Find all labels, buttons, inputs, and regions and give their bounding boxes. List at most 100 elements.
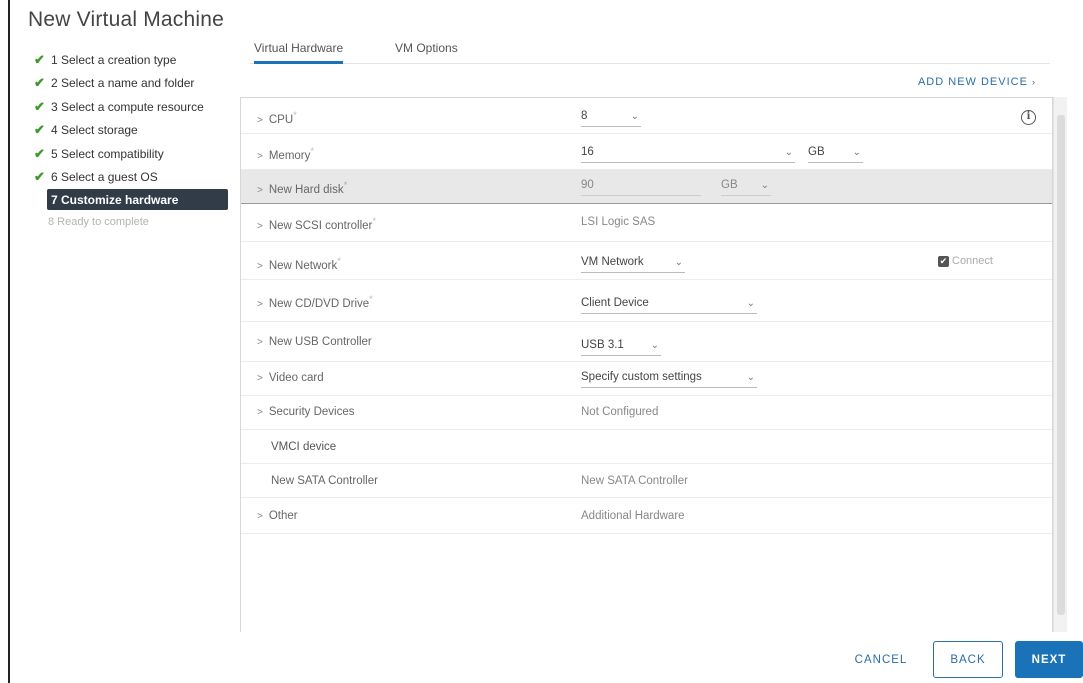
step-label: 6 Select a guest OS (51, 170, 158, 185)
check-icon: ✔ (34, 169, 45, 185)
memory-value: 16 (581, 146, 594, 158)
info-icon[interactable]: i (1021, 110, 1036, 125)
chevron-down-icon: ⌄ (852, 147, 861, 158)
step-label: 4 Select storage (51, 123, 138, 138)
hard-disk-unit: GB (721, 179, 738, 191)
hard-disk-expander[interactable]: > New Hard disk* (257, 180, 347, 196)
usb-select[interactable]: USB 3.1 ⌄ (581, 336, 661, 356)
cd-dvd-select[interactable]: Client Device ⌄ (581, 294, 757, 314)
video-card-label: Video card (268, 372, 324, 384)
step-1[interactable]: ✔ 1 Select a creation type (34, 48, 234, 72)
video-card-expander[interactable]: > Video card (257, 372, 324, 384)
step-8: 8 Ready to complete (34, 210, 234, 234)
network-label: New Network (268, 259, 338, 272)
hw-row-hard-disk: > New Hard disk* 90 GB ⌄ (241, 170, 1052, 204)
add-new-device-label: ADD NEW DEVICE (917, 76, 1028, 88)
cd-dvd-value: Client Device (581, 297, 649, 309)
hard-disk-size-input[interactable]: 90 (581, 176, 701, 196)
security-value: Not Configured (581, 406, 659, 418)
connect-checkbox[interactable]: ✔ Connect (938, 255, 993, 267)
check-icon: ✔ (34, 51, 45, 67)
hw-row-scsi: > New SCSI controller* LSI Logic SAS (241, 204, 1052, 242)
step-3[interactable]: ✔ 3 Select a compute resource (34, 95, 234, 119)
chevron-down-icon: › (1032, 77, 1036, 87)
cpu-label: CPU (268, 113, 294, 126)
usb-label: New USB Controller (268, 336, 372, 348)
chevron-right-icon: > (257, 114, 263, 126)
check-icon: ✔ (34, 145, 45, 161)
other-expander[interactable]: > Other (257, 510, 298, 522)
wizard-steps: ✔ 1 Select a creation type ✔ 2 Select a na… (34, 48, 234, 234)
chevron-down-icon: ⌄ (746, 372, 755, 383)
chevron-down-icon: ⌄ (630, 111, 639, 122)
network-select[interactable]: VM Network ⌄ (581, 253, 685, 273)
cpu-select[interactable]: 8 ⌄ (581, 107, 641, 127)
chevron-down-icon: ⌄ (746, 298, 755, 309)
vertical-scrollbar[interactable] (1053, 97, 1067, 632)
tab-virtual-hardware[interactable]: Virtual Hardware (254, 41, 344, 64)
hw-row-usb: > New USB Controller USB 3.1 ⌄ (241, 322, 1052, 362)
hw-row-cd-dvd: > New CD/DVD Drive* Client Device ⌄ (241, 280, 1052, 322)
sata-label: New SATA Controller (271, 475, 378, 487)
hw-row-other: > Other Additional Hardware (241, 498, 1052, 534)
video-card-select[interactable]: Specify custom settings ⌄ (581, 368, 757, 388)
memory-input[interactable]: 16 ⌄ (581, 143, 795, 163)
tab-vm-options[interactable]: VM Options (395, 41, 458, 64)
chevron-down-icon: ⌄ (650, 340, 659, 351)
step-2[interactable]: ✔ 2 Select a name and folder (34, 72, 234, 96)
cpu-value: 8 (581, 110, 588, 122)
chevron-right-icon: > (257, 184, 263, 196)
chevron-right-icon: > (257, 511, 263, 522)
step-7-active[interactable]: 7 Customize hardware (47, 189, 228, 210)
cd-dvd-label: New CD/DVD Drive (268, 297, 370, 310)
scrollbar-thumb[interactable] (1057, 115, 1065, 615)
hard-disk-label: New Hard disk (268, 183, 344, 196)
hard-disk-unit-select[interactable]: GB ⌄ (721, 176, 771, 196)
scsi-expander[interactable]: > New SCSI controller* (257, 216, 376, 232)
step-label: 8 Ready to complete (48, 215, 149, 228)
next-button[interactable]: NEXT (1015, 641, 1083, 678)
chevron-right-icon: > (257, 337, 263, 348)
chevron-right-icon: > (257, 407, 263, 418)
check-icon: ✔ (34, 75, 45, 91)
hw-row-network: > New Network* VM Network ⌄ ✔ Connect (241, 242, 1052, 280)
step-label: 2 Select a name and folder (51, 76, 195, 91)
hw-row-memory: > Memory* 16 ⌄ GB ⌄ (241, 134, 1052, 170)
step-label: 7 Customize hardware (51, 192, 179, 207)
cd-dvd-expander[interactable]: > New CD/DVD Drive* (257, 294, 373, 310)
dialog-title: New Virtual Machine (28, 8, 224, 31)
hard-disk-value: 90 (581, 179, 594, 191)
video-card-value: Specify custom settings (581, 371, 702, 383)
back-button[interactable]: BACK (933, 641, 1003, 678)
scsi-value: LSI Logic SAS (581, 216, 656, 228)
chevron-down-icon: ⌄ (674, 257, 683, 268)
hw-row-security: > Security Devices Not Configured (241, 396, 1052, 430)
step-label: 1 Select a creation type (51, 52, 177, 67)
step-4[interactable]: ✔ 4 Select storage (34, 119, 234, 143)
step-6[interactable]: ✔ 6 Select a guest OS (34, 166, 234, 190)
scsi-label: New SCSI controller (268, 219, 373, 232)
usb-expander[interactable]: > New USB Controller (257, 336, 372, 348)
add-new-device-button[interactable]: ADD NEW DEVICE › (918, 76, 1036, 88)
cpu-expander[interactable]: > CPU* (257, 110, 297, 126)
chevron-down-icon: ⌄ (760, 180, 769, 191)
memory-unit: GB (808, 146, 825, 158)
other-value: Additional Hardware (581, 510, 685, 522)
other-label: Other (268, 510, 298, 522)
hw-row-video-card: > Video card Specify custom settings ⌄ (241, 362, 1052, 396)
chevron-right-icon: > (257, 373, 263, 384)
vmci-label: VMCI device (271, 441, 337, 453)
checkbox-checked-icon: ✔ (938, 255, 949, 267)
chevron-right-icon: > (257, 298, 263, 310)
memory-expander[interactable]: > Memory* (257, 146, 314, 162)
cancel-button[interactable]: CANCEL (840, 641, 922, 678)
memory-label: Memory (268, 149, 311, 162)
network-expander[interactable]: > New Network* (257, 256, 341, 272)
memory-unit-select[interactable]: GB ⌄ (808, 143, 863, 163)
step-5[interactable]: ✔ 5 Select compatibility (34, 142, 234, 166)
hw-row-vmci: VMCI device (241, 430, 1052, 464)
check-icon: ✔ (34, 98, 45, 114)
security-expander[interactable]: > Security Devices (257, 406, 354, 418)
step-label: 3 Select a compute resource (51, 99, 204, 114)
security-label: Security Devices (268, 406, 355, 418)
